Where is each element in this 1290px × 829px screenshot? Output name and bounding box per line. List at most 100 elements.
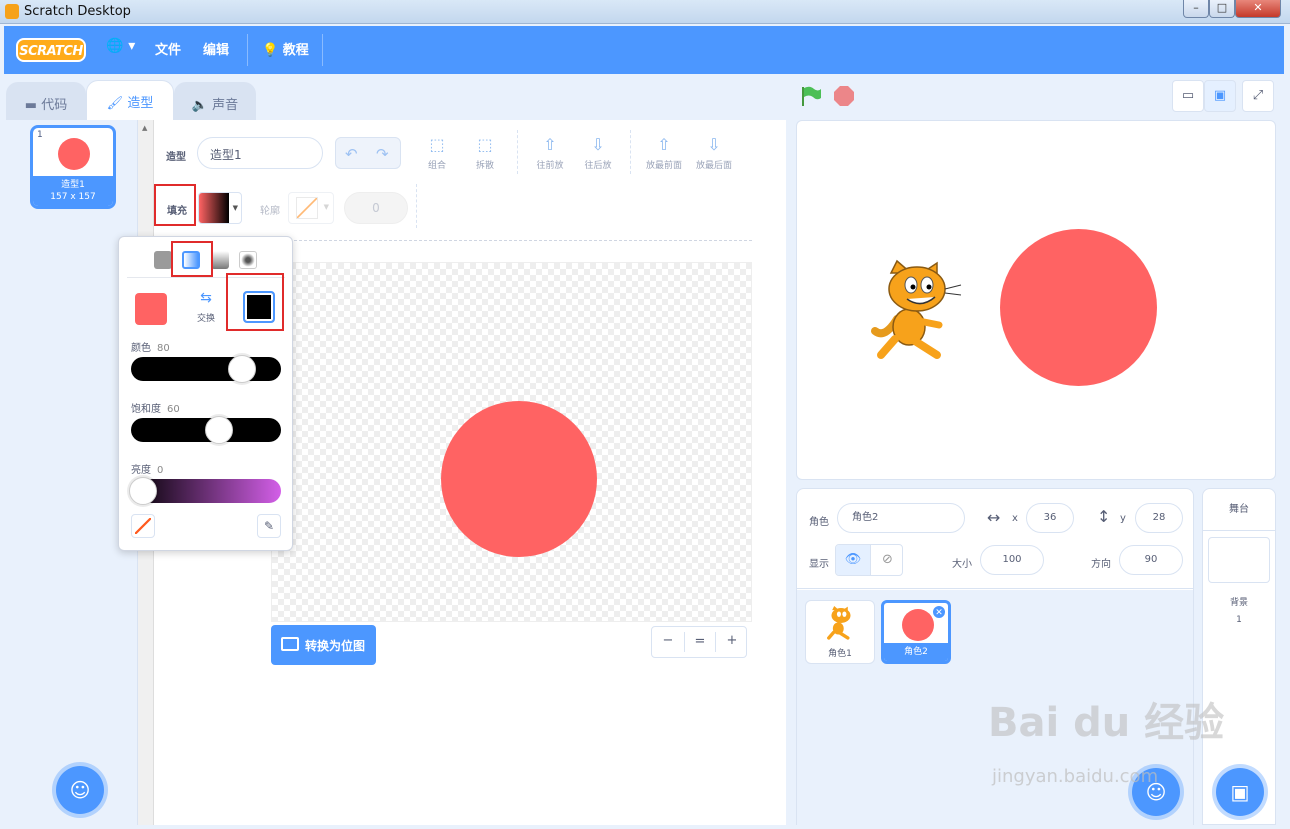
color1-swatch[interactable] [135, 293, 167, 325]
close-button[interactable]: ✕ [1235, 0, 1281, 18]
outline-width-input[interactable]: 0 [344, 192, 408, 224]
x-input[interactable]: 36 [1026, 503, 1074, 533]
front-button[interactable]: ⇧ 放最前面 [642, 136, 686, 172]
language-menu[interactable]: 🌐 ▾ [106, 38, 135, 54]
tab-code[interactable]: ▬ 代码 [6, 82, 86, 120]
cat-sprite[interactable] [867, 259, 967, 363]
ungroup-label: 拆散 [475, 161, 494, 171]
speaker-icon: 🔈 [191, 98, 209, 113]
no-fill-button[interactable] [131, 514, 155, 538]
ungroup-button[interactable]: ⬚ 拆散 [470, 135, 500, 172]
convert-label: 转换为位图 [305, 639, 366, 653]
forward-button[interactable]: ⇧ 往前放 [532, 136, 568, 172]
file-menu[interactable]: 文件 [155, 39, 181, 58]
delete-sprite-icon[interactable]: ✕ [932, 605, 946, 619]
menu-bar: SCRATCH 🌐 ▾ 文件 编辑 💡 教程 [4, 26, 1284, 74]
sprite-name-input[interactable]: 角色2 [837, 503, 965, 533]
maximize-button[interactable]: □ [1209, 0, 1235, 18]
undo-icon[interactable]: ↶ [345, 145, 358, 163]
edit-menu[interactable]: 编辑 [203, 39, 229, 58]
eye-off-icon[interactable]: ⊘ [870, 545, 902, 575]
solid-fill-option[interactable] [154, 251, 172, 269]
tab-sounds[interactable]: 🔈 声音 [174, 82, 256, 120]
arrow-down-icon: ⇩ [591, 135, 605, 154]
stage-circle-sprite[interactable] [1000, 229, 1157, 386]
arrow-bottom-icon: ⇩ [707, 135, 721, 154]
radial-gradient-option[interactable] [239, 251, 257, 269]
group-label: 组合 [427, 161, 446, 171]
canvas-circle-shape[interactable] [441, 401, 597, 557]
tab-sounds-label: 声音 [212, 98, 239, 113]
gradient-option-highlight [171, 241, 213, 277]
y-label: y [1120, 513, 1126, 524]
back-label: 放最后面 [695, 161, 732, 171]
window-titlebar: Scratch Desktop – □ ✕ [0, 0, 1290, 24]
swap-label: 交换 [196, 314, 215, 324]
y-input[interactable]: 28 [1135, 503, 1183, 533]
redo-icon[interactable]: ↷ [376, 145, 389, 163]
menu-separator [322, 34, 323, 66]
fill-color-swatch[interactable]: ▼ [198, 192, 242, 224]
outline-color-swatch[interactable]: ▼ [288, 192, 334, 224]
swap-button[interactable]: ⇆ 交换 [193, 291, 219, 324]
tab-costumes[interactable]: 🖌 造型 [86, 80, 174, 120]
ungroup-icon: ⬚ [477, 135, 493, 154]
group-button[interactable]: ⬚ 组合 [422, 136, 452, 172]
fill-gradient-preview [199, 193, 229, 223]
swap-icon: ⇆ [200, 290, 212, 306]
front-label: 放最前面 [645, 161, 682, 171]
zoom-reset-icon[interactable]: = [684, 632, 716, 652]
eye-icon[interactable]: 👁 [836, 545, 870, 575]
color2-highlight [226, 273, 284, 331]
large-stage-button[interactable]: ▣ [1204, 80, 1236, 112]
tutorials-menu[interactable]: 💡 教程 [262, 39, 309, 58]
visibility-toggle[interactable]: 👁 ⊘ [835, 544, 903, 576]
costume-name-label: 造型 [166, 152, 186, 163]
cat-thumbnail [827, 606, 851, 640]
back-button[interactable]: ⇩ 放最后面 [692, 135, 736, 172]
add-backdrop-button[interactable]: ▣ [1216, 768, 1264, 816]
undo-redo-group: ↶ ↷ [335, 137, 401, 169]
sprite-tile[interactable]: ✕ 角色2 [881, 600, 951, 664]
tutorials-label: 教程 [282, 43, 309, 58]
hue-slider-thumb[interactable] [228, 355, 256, 383]
scratch-logo[interactable]: SCRATCH [16, 38, 86, 62]
stage-thumbnail[interactable] [1208, 537, 1270, 583]
toolbar-divider [630, 130, 631, 174]
scroll-up-icon[interactable]: ▲ [142, 124, 147, 132]
size-label: 大小 [952, 559, 972, 570]
eyedropper-button[interactable]: ✎ [257, 514, 281, 538]
vertical-gradient-option[interactable] [211, 251, 229, 269]
costume-name-input[interactable]: 造型1 [197, 137, 323, 169]
green-flag-icon[interactable] [800, 86, 822, 106]
size-input[interactable]: 100 [980, 545, 1044, 575]
window-title: Scratch Desktop [24, 4, 131, 19]
image-plus-icon: ▣ [1230, 780, 1250, 804]
small-stage-button[interactable]: ▭ [1172, 80, 1204, 112]
dropdown-arrow-icon: ▼ [232, 204, 238, 212]
saturation-slider-thumb[interactable] [205, 416, 233, 444]
zoom-in-icon[interactable]: + [716, 633, 748, 648]
stop-icon[interactable] [834, 86, 854, 106]
costume-thumbnail [58, 138, 90, 170]
costume-index: 1 [37, 130, 43, 140]
brightness-slider-thumb[interactable] [129, 477, 157, 505]
baidu-watermark: Bai du 经验 [988, 700, 1225, 746]
costume-name: 造型1 [61, 180, 85, 190]
paint-canvas[interactable] [271, 262, 752, 622]
minimize-button[interactable]: – [1183, 0, 1209, 18]
direction-input[interactable]: 90 [1119, 545, 1183, 575]
backward-button[interactable]: ⇩ 往后放 [580, 135, 616, 172]
fullscreen-button[interactable]: ⤢ [1242, 80, 1274, 112]
stage[interactable] [796, 120, 1276, 480]
zoom-controls: − = + [651, 626, 747, 658]
sprite-name-label: 角色 [809, 517, 829, 528]
add-costume-button[interactable]: ☺ [56, 766, 104, 814]
convert-to-bitmap-button[interactable]: 转换为位图 [271, 625, 376, 665]
sprite-tile[interactable]: 角色1 [805, 600, 875, 664]
hue-label: 颜色 80 [131, 343, 170, 354]
hue-slider[interactable] [131, 357, 281, 381]
backward-label: 往后放 [584, 161, 612, 171]
costume-tile[interactable]: 1 造型1 157 x 157 [30, 125, 116, 209]
zoom-out-icon[interactable]: − [652, 633, 684, 648]
